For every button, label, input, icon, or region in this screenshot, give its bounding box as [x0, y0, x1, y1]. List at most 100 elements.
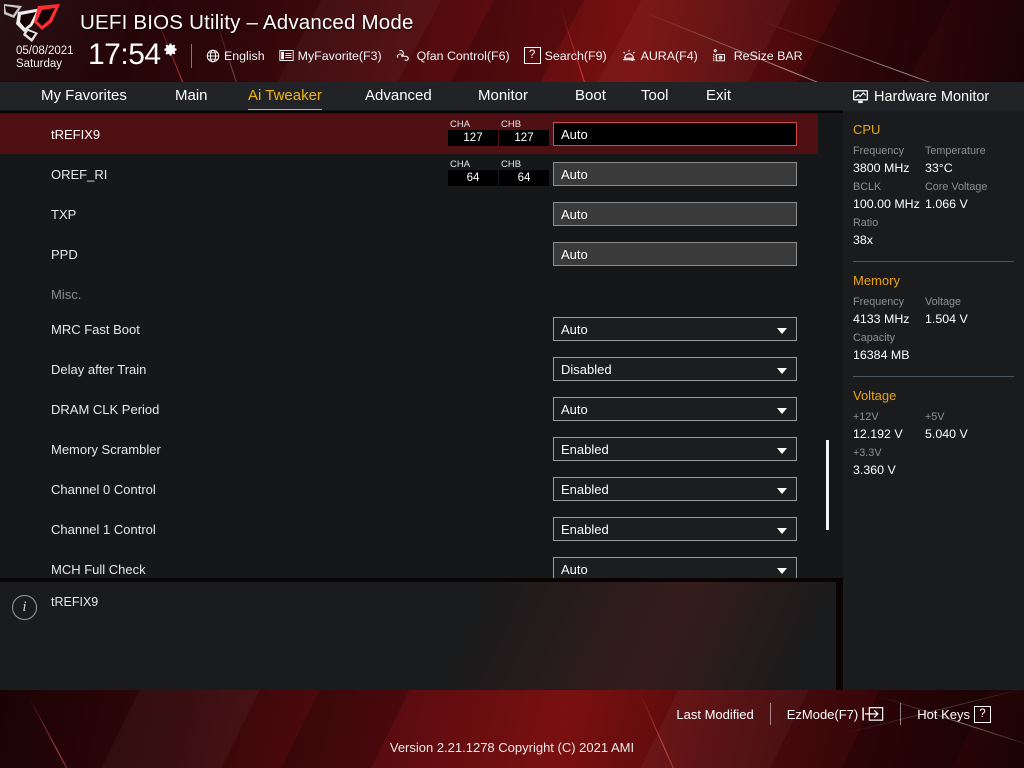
help-text: tREFIX9: [51, 595, 99, 609]
menu-item-tool[interactable]: Tool: [641, 87, 669, 106]
setting-row-txp[interactable]: TXP Auto: [0, 194, 818, 234]
setting-row-ppd[interactable]: PPD Auto: [0, 234, 818, 274]
footer-streak: [29, 698, 87, 768]
header-item-label: English: [224, 48, 265, 63]
setting-dropdown-channel-1-control[interactable]: Enabled: [553, 517, 797, 541]
rog-logo-icon: [4, 4, 60, 42]
header-item-resizebar[interactable]: ReSize BAR: [712, 48, 803, 63]
menu-item-boot[interactable]: Boot: [575, 87, 606, 106]
menu-item-label: Ai Tweaker: [248, 87, 322, 104]
hw-section-title-cpu: CPU: [853, 122, 881, 137]
menu-item-my-favorites[interactable]: My Favorites: [41, 87, 127, 106]
hw-metric: Frequency 3800 MHz: [853, 143, 925, 177]
hw-metric-value: 100.00 MHz: [853, 197, 920, 211]
header-item-myfavorite[interactable]: MyFavorite(F3): [279, 49, 382, 63]
section-header-misc: Misc.: [0, 274, 818, 314]
setting-input-ppd[interactable]: Auto: [553, 242, 797, 266]
hw-metric-value: 33°C: [925, 161, 953, 175]
setting-row-oref-ri[interactable]: OREF_RI CHA 64 CHB 64 Auto: [0, 154, 818, 194]
hotkeys-label: Hot Keys: [917, 706, 970, 722]
setting-value: Auto: [561, 166, 588, 182]
hw-metric: +5V 5.040 V: [925, 409, 997, 443]
setting-dropdown-delay-after-train[interactable]: Disabled: [553, 357, 797, 381]
header-item-search[interactable]: ? Search(F9): [523, 47, 607, 64]
main-menu-bar: My Favorites Main Ai Tweaker Advanced Monito…: [0, 82, 843, 111]
setting-dropdown-dram-clk-period[interactable]: Auto: [553, 397, 797, 421]
ezmode-button[interactable]: EzMode(F7): [771, 706, 901, 722]
setting-dropdown-mrc-fast-boot[interactable]: Auto: [553, 317, 797, 341]
hw-section-title-memory: Memory: [853, 273, 900, 288]
hw-metric-label: Temperature: [925, 145, 986, 157]
channel-badge-value: 64: [499, 170, 549, 186]
setting-value: Auto: [561, 401, 588, 417]
footer-facet: [635, 690, 815, 768]
setting-row-dram-clk-period[interactable]: DRAM CLK Period Auto: [0, 389, 818, 429]
channel-badge-cha: CHA 127: [448, 119, 498, 146]
setting-dropdown-memory-scrambler[interactable]: Enabled: [553, 437, 797, 461]
ezmode-label: EzMode(F7): [786, 706, 859, 722]
channel-badge-chb: CHB 64: [499, 159, 549, 186]
setting-row-mch-full-check[interactable]: MCH Full Check Auto: [0, 549, 818, 578]
chevron-down-icon: [777, 448, 787, 454]
hw-metric-label: +12V: [853, 411, 879, 423]
hw-metric-label: Ratio: [853, 217, 879, 229]
hw-divider: [853, 376, 1014, 377]
setting-row-delay-after-train[interactable]: Delay after Train Disabled: [0, 349, 818, 389]
hw-section-title-voltage: Voltage: [853, 388, 897, 403]
header-item-language[interactable]: English: [206, 49, 265, 63]
help-panel: [0, 582, 836, 690]
version-text: Version 2.21.1278 Copyright (C) 2021 AMI: [389, 740, 635, 755]
footer-facet: [278, 690, 412, 768]
scrollbar-thumb[interactable]: [826, 440, 829, 530]
channel-badge-value: 64: [448, 170, 498, 186]
setting-value: Auto: [561, 321, 588, 337]
setting-dropdown-mch-full-check[interactable]: Auto: [553, 557, 797, 578]
hw-metric-value: 4133 MHz: [853, 312, 910, 326]
setting-value: Auto: [561, 126, 588, 142]
hw-row: Ratio 38x: [843, 215, 1024, 249]
hw-metric-label: +3.3V: [853, 447, 882, 459]
setting-label: MRC Fast Boot: [51, 321, 140, 337]
bios-screen: UEFI BIOS Utility – Advanced Mode 05/08/…: [0, 0, 1024, 768]
hw-metric-label: Core Voltage: [925, 181, 988, 193]
hw-metric-value: 16384 MB: [853, 348, 910, 362]
menu-item-label: Main: [175, 87, 208, 104]
chevron-down-icon: [777, 368, 787, 374]
hw-metric-value: 5.040 V: [925, 427, 968, 441]
menu-item-advanced[interactable]: Advanced: [365, 87, 432, 106]
list-icon: [279, 50, 294, 61]
setting-row-memory-scrambler[interactable]: Memory Scrambler Enabled: [0, 429, 818, 469]
setting-dropdown-channel-0-control[interactable]: Enabled: [553, 477, 797, 501]
header-item-label: Search(F9): [544, 48, 607, 63]
last-modified-button[interactable]: Last Modified: [660, 707, 769, 722]
hardware-monitor-body: CPU Frequency 3800 MHz Temperature 33°C BCLK 1…: [843, 111, 1024, 481]
setting-row-trefix9[interactable]: tREFIX9 CHA 127 CHB 127 Auto: [0, 114, 818, 154]
gear-icon[interactable]: [163, 42, 178, 57]
hw-metric-label: BCLK: [853, 181, 882, 193]
setting-input-txp[interactable]: Auto: [553, 202, 797, 226]
hw-metric: +12V 12.192 V: [853, 409, 925, 443]
date-value: 05/08/2021: [16, 45, 74, 57]
aura-icon: [622, 49, 635, 61]
chevron-down-icon: [777, 528, 787, 534]
setting-row-mrc-fast-boot[interactable]: MRC Fast Boot Auto: [0, 309, 818, 349]
hotkeys-button[interactable]: Hot Keys ?: [901, 705, 1007, 723]
settings-list: tREFIX9 CHA 127 CHB 127 Auto OREF_RI CHA 64 CHB 64…: [0, 113, 843, 578]
header-item-aura[interactable]: AURA(F4): [621, 49, 698, 63]
hw-divider: [853, 261, 1014, 262]
setting-input-oref-ri[interactable]: Auto: [553, 162, 797, 186]
menu-item-monitor[interactable]: Monitor: [478, 87, 528, 106]
setting-label: MCH Full Check: [51, 561, 146, 577]
menu-item-exit[interactable]: Exit: [706, 87, 731, 106]
setting-input-trefix9[interactable]: Auto: [553, 122, 797, 146]
menu-item-ai-tweaker[interactable]: Ai Tweaker: [248, 87, 322, 110]
setting-label: Memory Scrambler: [51, 441, 161, 457]
weekday-value: Saturday: [16, 57, 63, 70]
setting-value: Disabled: [561, 361, 612, 377]
banner-facet: [583, 0, 807, 82]
setting-row-channel-0-control[interactable]: Channel 0 Control Enabled: [0, 469, 818, 509]
setting-value: Auto: [561, 561, 588, 577]
header-item-qfan[interactable]: Qfan Control(F6): [396, 49, 510, 63]
setting-row-channel-1-control[interactable]: Channel 1 Control Enabled: [0, 509, 818, 549]
menu-item-main[interactable]: Main: [175, 87, 208, 106]
